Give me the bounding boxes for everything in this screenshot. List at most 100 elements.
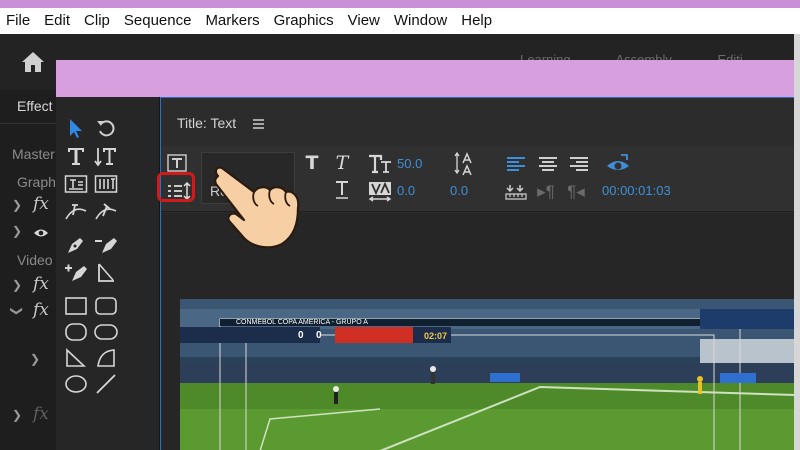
menu-clip[interactable]: Clip xyxy=(77,8,117,34)
chevron-right-icon[interactable]: ❯ xyxy=(30,352,40,366)
underline-icon xyxy=(336,181,348,199)
area-type-tool-icon xyxy=(64,175,88,193)
graphics-section-label: Graph xyxy=(17,174,56,190)
tab-width-icon xyxy=(505,185,527,200)
fx-icon[interactable]: fx xyxy=(33,274,49,294)
paragraph-ltr-icon[interactable]: ▸¶ xyxy=(535,182,557,202)
menu-sequence[interactable]: Sequence xyxy=(117,8,199,34)
rectangle-tool-icon xyxy=(65,297,87,315)
delete-anchor-tool[interactable] xyxy=(92,231,120,257)
menu-file[interactable]: File xyxy=(0,8,37,34)
arc-tool[interactable] xyxy=(92,345,120,371)
tools-panel xyxy=(56,97,160,450)
leading-icon xyxy=(454,151,472,176)
kerning-icon xyxy=(368,181,392,202)
chevron-right-icon[interactable]: ❯ xyxy=(12,408,22,422)
add-anchor-point-icon xyxy=(65,264,87,281)
title-designer-panel: Title: Text Reg T T 50.0 xyxy=(157,97,795,450)
bold-icon[interactable]: T xyxy=(303,152,321,174)
leading-value[interactable]: 0.0 xyxy=(450,183,468,198)
menu-graphics[interactable]: Graphics xyxy=(267,8,341,34)
window-edge xyxy=(794,34,800,450)
rounded-rectangle-tool[interactable] xyxy=(92,319,120,345)
menu-help[interactable]: Help xyxy=(454,8,499,34)
scoreboard-clock: 02:07 xyxy=(424,331,448,341)
home-button[interactable] xyxy=(20,50,46,74)
video-preview: CONMEBOL COPA AMERICA - GRUPO A 0 0 02:0… xyxy=(180,299,795,450)
menu-markers[interactable]: Markers xyxy=(198,8,266,34)
path-type-tool[interactable] xyxy=(62,199,90,225)
align-right-button[interactable] xyxy=(568,154,590,174)
kerning-button[interactable] xyxy=(367,179,393,203)
eye-icon[interactable] xyxy=(33,228,49,238)
align-center-button[interactable] xyxy=(537,154,559,174)
line-tool[interactable] xyxy=(92,371,120,397)
vertical-path-type-tool[interactable] xyxy=(92,199,120,225)
convert-anchor-tool[interactable] xyxy=(92,259,120,285)
hand-pointer-icon xyxy=(214,166,300,249)
chevron-right-icon[interactable]: ❯ xyxy=(12,224,22,238)
roll-crawl-button[interactable] xyxy=(606,153,630,175)
pen-tool[interactable] xyxy=(62,231,90,257)
rounded-rectangle-icon xyxy=(95,297,117,315)
timecode-value[interactable]: 00:00:01:03 xyxy=(602,183,671,198)
vertical-type-tool[interactable] xyxy=(92,143,120,169)
decorative-banner xyxy=(56,60,800,97)
align-left-button[interactable] xyxy=(505,154,527,174)
align-right-icon xyxy=(570,157,588,171)
rounded-corner-rectangle-tool[interactable] xyxy=(62,319,90,345)
line-tool-icon xyxy=(96,374,116,394)
app-window: Learning Assembly Editi Effect Master Gr… xyxy=(0,34,800,450)
scoreboard-away-score: 0 xyxy=(316,330,322,341)
area-type-tool[interactable] xyxy=(62,171,90,197)
ellipse-tool-icon xyxy=(65,375,87,393)
scoreboard-home-score: 0 xyxy=(298,330,304,341)
justify-button[interactable] xyxy=(505,182,527,202)
hamburger-menu-icon[interactable] xyxy=(253,119,264,129)
master-clip-label[interactable]: Master xyxy=(0,146,56,162)
fx-icon[interactable]: fx xyxy=(33,194,49,214)
title-panel-header: Title: Text xyxy=(177,115,237,131)
add-anchor-tool[interactable] xyxy=(62,259,90,285)
font-size-value[interactable]: 50.0 xyxy=(397,156,422,171)
effect-controls-tab[interactable]: Effect xyxy=(0,98,56,114)
leading-button[interactable] xyxy=(454,151,478,177)
chevron-right-icon[interactable]: ❯ xyxy=(12,198,22,212)
font-size-icon xyxy=(369,154,391,174)
italic-icon[interactable]: T xyxy=(333,152,351,174)
highlight-box xyxy=(157,172,195,202)
wedge-tool-icon xyxy=(66,348,87,367)
clipped-corner-rectangle-tool[interactable] xyxy=(92,293,120,319)
vertical-area-type-tool[interactable] xyxy=(92,171,120,197)
panel-divider xyxy=(0,123,56,124)
menu-view[interactable]: View xyxy=(341,8,387,34)
fx-icon[interactable]: fx xyxy=(33,404,49,424)
menu-edit[interactable]: Edit xyxy=(37,8,77,34)
chevron-right-icon[interactable]: ❯ xyxy=(12,278,22,292)
rotate-tool-icon xyxy=(97,120,115,137)
home-icon xyxy=(22,52,44,72)
wedge-tool[interactable] xyxy=(62,345,90,371)
pen-tool-icon xyxy=(68,238,83,253)
ellipse-tool[interactable] xyxy=(62,371,90,397)
type-tool[interactable] xyxy=(62,143,90,169)
path-type-tool-icon xyxy=(65,204,87,220)
fx-icon[interactable]: fx xyxy=(33,300,49,320)
rotate-tool[interactable] xyxy=(92,115,120,141)
selection-tool[interactable] xyxy=(62,115,90,141)
underline-button[interactable] xyxy=(333,179,351,201)
kerning-value[interactable]: 0.0 xyxy=(397,183,415,198)
chevron-down-icon[interactable]: ❯ xyxy=(10,306,24,316)
paragraph-rtl-icon[interactable]: ¶◂ xyxy=(565,182,587,202)
template-button[interactable] xyxy=(166,153,188,173)
convert-anchor-point-icon xyxy=(98,263,114,282)
rounded-corner-rectangle-icon xyxy=(65,323,87,341)
title-template-icon xyxy=(167,154,187,172)
type-tool-icon xyxy=(68,148,84,165)
rectangle-tool[interactable] xyxy=(62,293,90,319)
top-accent-strip xyxy=(0,0,800,8)
menu-window[interactable]: Window xyxy=(387,8,454,34)
selection-tool-icon xyxy=(70,119,82,138)
eye-icon xyxy=(607,154,629,170)
font-size-button[interactable] xyxy=(367,151,393,175)
